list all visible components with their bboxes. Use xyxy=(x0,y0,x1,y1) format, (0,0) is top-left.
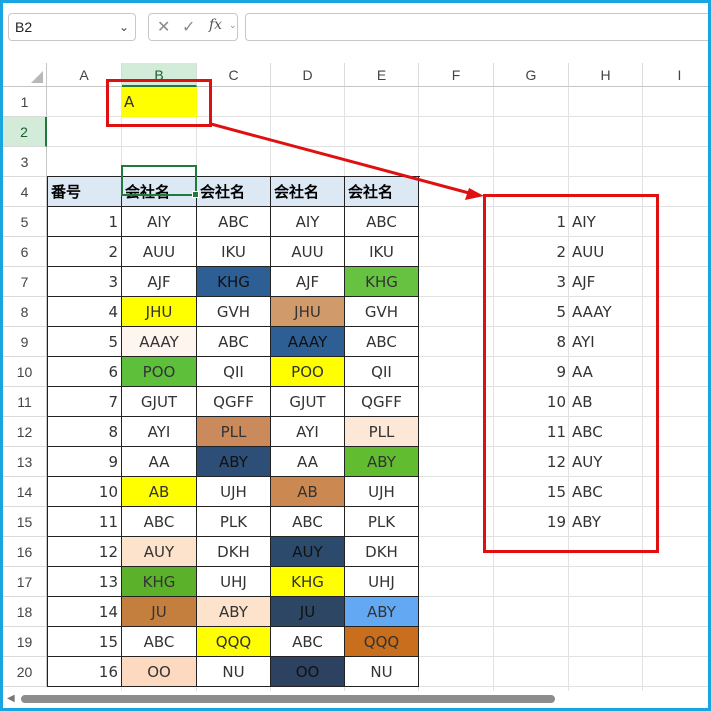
annotation-arrow-icon xyxy=(210,122,484,200)
name-box[interactable]: B2 ⌄ xyxy=(8,13,136,41)
scroll-left-icon[interactable]: ◀ xyxy=(7,693,15,704)
cancel-x-icon[interactable]: ✕ xyxy=(157,17,170,36)
horizontal-scrollbar[interactable]: ◀ xyxy=(3,691,708,708)
scrollbar-thumb[interactable] xyxy=(21,695,555,703)
formula-buttons: ✕ ✓ fx ⌄ xyxy=(148,13,238,41)
name-box-value: B2 xyxy=(15,19,33,35)
chevron-down-icon[interactable]: ⌄ xyxy=(119,14,129,40)
formula-bar: B2 ⌄ ✕ ✓ fx ⌄ xyxy=(3,3,708,51)
sheet-grid[interactable]: ABCDEFGHI 1 2 3 4 5 6 7 8 9 10 11 12 13 14 15 16 17 18 19 2… xyxy=(3,51,708,691)
enter-check-icon[interactable]: ✓ xyxy=(182,17,195,36)
spreadsheet-window: B2 ⌄ ✕ ✓ fx ⌄ ABCDEFGHI 1 2 3 4 5 6 7 8 9 10 11 12 1… xyxy=(0,0,711,711)
fx-options-chevron-icon[interactable]: ⌄ xyxy=(229,21,237,31)
formula-input[interactable] xyxy=(245,13,708,41)
insert-function-button[interactable]: fx xyxy=(209,17,222,33)
